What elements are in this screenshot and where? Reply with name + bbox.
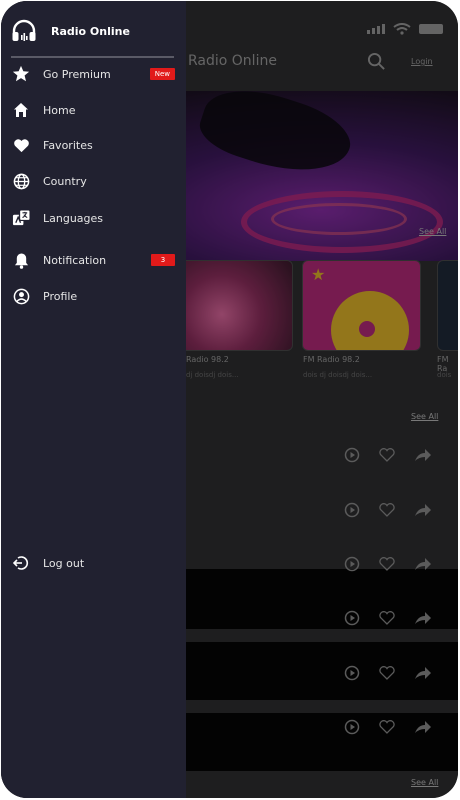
- divider: [11, 56, 174, 58]
- menu-item-notification[interactable]: Notification 3: [11, 250, 175, 270]
- menu-item-label: Languages: [43, 211, 104, 225]
- phone-frame: Radio Online Login See All ★ Radio 98.2 …: [1, 1, 458, 798]
- menu-item-label: Profile: [43, 289, 78, 303]
- logout-button[interactable]: Log out: [11, 553, 175, 573]
- menu-item-home[interactable]: Home: [11, 100, 175, 120]
- logout-icon: [11, 553, 31, 573]
- heart-icon: [11, 135, 31, 155]
- translate-icon: [11, 208, 31, 228]
- logout-label: Log out: [43, 556, 85, 570]
- notification-count-badge: 3: [151, 254, 175, 266]
- menu-item-label: Country: [43, 174, 87, 188]
- home-icon: [11, 100, 31, 120]
- menu-item-label: Go Premium: [43, 67, 111, 81]
- menu-item-languages[interactable]: Languages: [11, 208, 175, 228]
- headphones-icon: [12, 19, 36, 41]
- menu-item-label: Home: [43, 103, 76, 117]
- menu-item-profile[interactable]: Profile: [11, 286, 175, 306]
- menu-item-label: Favorites: [43, 138, 93, 152]
- bell-icon: [11, 250, 31, 270]
- menu-item-favorites[interactable]: Favorites: [11, 135, 175, 155]
- menu-item-country[interactable]: Country: [11, 171, 175, 191]
- menu-item-label: Notification: [43, 253, 107, 267]
- drawer-header: Radio Online: [11, 19, 130, 43]
- menu-item-go-premium[interactable]: Go Premium New: [11, 64, 175, 84]
- new-badge: New: [149, 68, 175, 80]
- star-icon: [11, 64, 31, 84]
- globe-icon: [11, 171, 31, 191]
- drawer-title: Radio Online: [51, 24, 130, 38]
- navigation-drawer: Radio Online Go Premium New Home Favorit…: [1, 1, 186, 798]
- profile-icon: [11, 286, 31, 306]
